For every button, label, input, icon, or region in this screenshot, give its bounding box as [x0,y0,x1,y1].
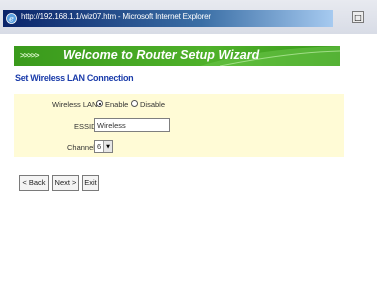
page-subtitle: Set Wireless LAN Connection [15,73,134,83]
svg-text:e: e [9,15,14,24]
wireless-lan-label: Wireless LAN [52,100,98,109]
wireless-enable-label[interactable]: Enable [105,100,128,109]
internet-explorer-icon: e [6,13,17,24]
banner-arrows: >>>>> [20,51,39,60]
banner-title: Welcome to Router Setup Wizard [63,48,260,62]
wireless-settings-panel: Wireless LAN Enable Disable ESSID Channe… [14,94,344,157]
exit-button[interactable]: Exit [82,175,99,191]
wizard-banner: >>>>> Welcome to Router Setup Wizard [14,46,340,66]
chevron-down-icon[interactable]: ▼ [103,141,112,152]
channel-select[interactable]: 6 ▼ [94,140,113,153]
window-title: http://192.168.1.1/wiz07.htm - Microsoft… [21,12,211,21]
wireless-enable-radio[interactable] [96,100,103,107]
wireless-disable-radio[interactable] [131,100,138,107]
window-titlebar: e http://192.168.1.1/wiz07.htm - Microso… [0,0,377,34]
channel-label: Channel [67,143,95,152]
back-button[interactable]: < Back [19,175,49,191]
channel-value: 6 [97,142,102,151]
maximize-button[interactable]: □ [352,11,364,23]
wireless-disable-label[interactable]: Disable [140,100,165,109]
essid-input[interactable] [94,118,170,132]
next-button[interactable]: Next > [52,175,79,191]
